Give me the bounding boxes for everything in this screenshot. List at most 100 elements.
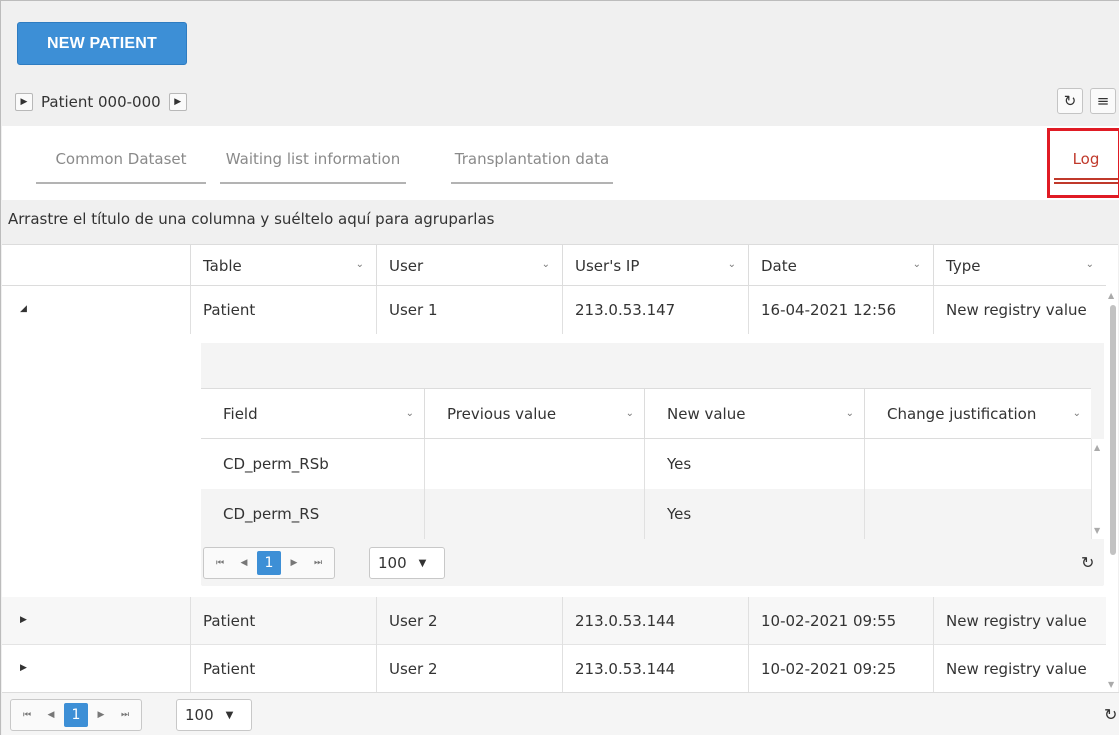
grid-scrollbar[interactable]: ▲ ▼ [1106,245,1118,692]
cell-table: Patient [190,645,376,692]
log-grid: Table ⌄ User ⌄ User's IP ⌄ Date ⌄ Type ⌄ ◢ Pa… [2,244,1118,692]
detail-grid-header: Field ⌄ Previous value ⌄ New value ⌄ Change… [201,388,1091,439]
grid-refresh-icon[interactable]: ↻ [1104,705,1117,724]
grid-pager-bar: ⏮ ◀ 1 ▶ ⏭ 100 ▼ ↻ [2,692,1119,735]
table-row[interactable]: ◢ Patient User 1 213.0.53.147 16-04-2021… [2,286,1118,334]
chevron-down-icon[interactable]: ⌄ [542,259,550,270]
next-page-icon[interactable]: ▶ [90,703,112,727]
cell-field: CD_perm_RS [223,505,320,523]
collapse-triangle-icon[interactable]: ◢ [20,304,27,314]
last-page-icon[interactable]: ⏭ [307,551,329,575]
tab-label: Transplantation data [454,150,610,168]
patient-label: Patient 000-000 [41,93,161,111]
column-header-previous-value[interactable]: Previous value ⌄ [424,389,644,438]
triangle-right-icon: ▶ [20,97,28,107]
triangle-right-icon: ▶ [174,97,182,107]
cell-date: 10-02-2021 09:55 [748,597,933,645]
cell-field: CD_perm_RSb [223,455,329,473]
column-header-field[interactable]: Field ⌄ [201,389,424,438]
detail-pager: ⏮ ◀ 1 ▶ ⏭ 100 ▼ [203,547,445,579]
scrollbar-thumb[interactable] [1110,305,1116,555]
tab-label: Common Dataset [55,150,187,168]
column-title: Field [223,404,258,423]
column-header-user[interactable]: User ⌄ [376,245,562,286]
cell-user: User 2 [376,645,562,692]
cell-ip: 213.0.53.147 [562,286,748,334]
detail-refresh-icon[interactable]: ↻ [1081,553,1094,572]
cell-change-justification [864,439,1091,489]
prev-page-icon[interactable]: ◀ [233,551,255,575]
chevron-down-icon[interactable]: ⌄ [846,408,854,419]
detail-scrollbar[interactable]: ▲ ▼ [1091,439,1104,539]
chevron-down-icon[interactable]: ⌄ [913,259,921,270]
group-drop-hint[interactable]: Arrastre el título de una columna y suél… [8,210,494,228]
scroll-up-icon[interactable]: ▲ [1108,291,1114,300]
menu-button[interactable]: ≡ [1090,88,1116,114]
detail-pager-buttons: ⏮ ◀ 1 ▶ ⏭ [203,547,335,579]
prev-page-icon[interactable]: ◀ [40,703,62,727]
grid-pager: ⏮ ◀ 1 ▶ ⏭ 100 ▼ [10,699,252,731]
cell-date: 10-02-2021 09:25 [748,645,933,692]
column-header-date[interactable]: Date ⌄ [748,245,933,286]
next-page-icon[interactable]: ▶ [283,551,305,575]
refresh-button[interactable]: ↻ [1057,88,1083,114]
chevron-down-icon[interactable]: ⌄ [1086,259,1094,270]
table-row[interactable]: ▶ Patient User 2 213.0.53.144 10-02-2021… [2,645,1118,692]
scroll-down-icon[interactable]: ▼ [1108,680,1114,689]
chevron-down-icon[interactable]: ⌄ [728,259,736,270]
row-detail: Field ⌄ Previous value ⌄ New value ⌄ Change… [2,335,1118,597]
column-title: Previous value [447,404,557,423]
column-header-ip[interactable]: User's IP ⌄ [562,245,748,286]
cell-ip: 213.0.53.144 [562,645,748,692]
column-header-type[interactable]: Type ⌄ [933,245,1106,286]
list-icon: ≡ [1096,92,1110,110]
tab-waiting-list[interactable]: Waiting list information [220,150,406,184]
column-header-change-justification[interactable]: Change justification ⌄ [864,389,1091,438]
cell-type: New registry value [933,645,1106,692]
grid-pager-buttons: ⏮ ◀ 1 ▶ ⏭ [10,699,142,731]
cell-ip: 213.0.53.144 [562,597,748,645]
first-page-icon[interactable]: ⏮ [16,703,38,727]
cell-new-value: Yes [644,489,864,539]
table-row[interactable]: ▶ Patient User 2 213.0.53.144 10-02-2021… [2,597,1118,645]
first-page-icon[interactable]: ⏮ [209,551,231,575]
column-header-table[interactable]: Table ⌄ [190,245,376,286]
cell-type: New registry value [933,597,1106,645]
column-title: Change justification [887,404,1037,423]
patient-navigator: ▶ Patient 000-000 ▶ [15,90,187,114]
refresh-icon: ↻ [1063,92,1077,110]
cell-user: User 2 [376,597,562,645]
tab-common-dataset[interactable]: Common Dataset [36,150,206,184]
chevron-down-icon[interactable]: ⌄ [356,259,364,270]
expand-triangle-icon[interactable]: ▶ [20,663,27,673]
current-page-button[interactable]: 1 [257,551,281,575]
chevron-down-icon[interactable]: ⌄ [406,408,414,419]
scroll-down-icon[interactable]: ▼ [1094,526,1100,535]
tab-transplantation-data[interactable]: Transplantation data [451,150,613,184]
chevron-down-icon[interactable]: ⌄ [1073,408,1081,419]
detail-row[interactable]: CD_perm_RS Yes [201,489,1091,539]
chevron-down-icon[interactable]: ⌄ [626,408,634,419]
next-patient-button[interactable]: ▶ [168,93,187,111]
cell-new-value: Yes [644,439,864,489]
grid-header: Table ⌄ User ⌄ User's IP ⌄ Date ⌄ Type ⌄ [2,245,1118,286]
prev-patient-button[interactable]: ▶ [15,93,33,111]
tabs-bar: Common Dataset Waiting list information … [2,126,1119,200]
cell-table: Patient [190,597,376,645]
column-header-new-value[interactable]: New value ⌄ [644,389,864,438]
new-patient-button[interactable]: NEW PATIENT [17,22,187,65]
detail-row[interactable]: CD_perm_RSb Yes [201,439,1091,489]
expand-triangle-icon[interactable]: ▶ [20,615,27,625]
column-title: Table [203,256,242,275]
cell-change-justification [864,489,1091,539]
column-title: User [389,256,424,275]
page-size-select[interactable]: 100 ▼ [176,699,252,731]
current-page-button[interactable]: 1 [64,703,88,727]
page-size-select[interactable]: 100 ▼ [369,547,445,579]
tab-log[interactable]: Log [1054,150,1118,184]
detail-grid-toolbar [201,343,1104,388]
cell-user: User 1 [376,286,562,334]
last-page-icon[interactable]: ⏭ [114,703,136,727]
column-title: New value [667,404,746,423]
scroll-up-icon[interactable]: ▲ [1094,443,1100,452]
